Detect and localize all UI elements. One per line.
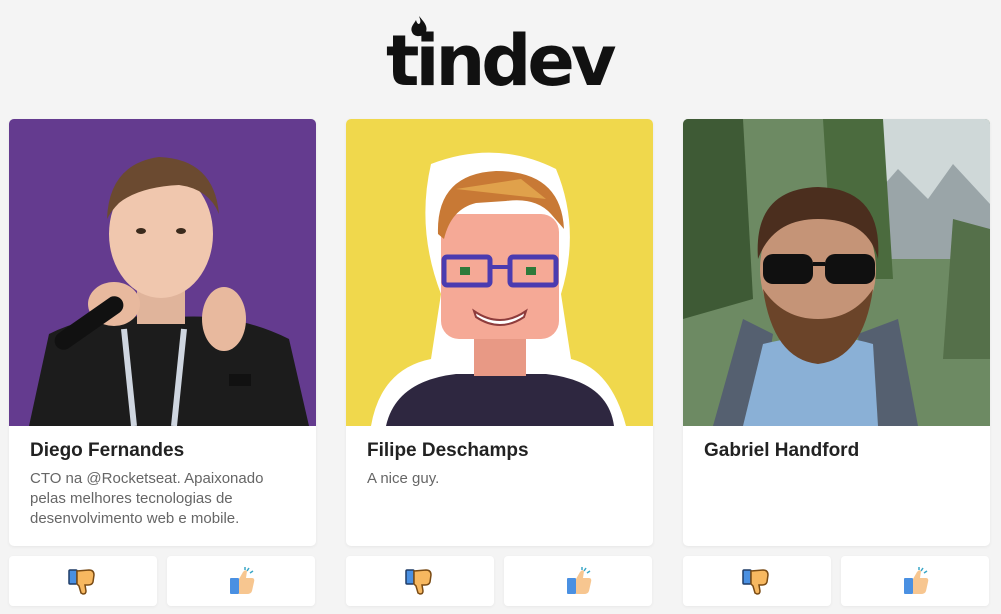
- dev-name: Filipe Deschamps: [367, 440, 529, 461]
- thumbs-down-icon: [405, 569, 432, 595]
- dislike-button[interactable]: [9, 556, 157, 606]
- thumbs-up-icon: [567, 567, 592, 594]
- dev-avatar: [9, 119, 316, 426]
- thumbs-down-icon: [68, 569, 95, 595]
- action-buttons: [683, 556, 990, 606]
- dislike-button[interactable]: [346, 556, 494, 606]
- dev-info: Filipe Deschamps A nice guy.: [346, 426, 653, 489]
- dev-name: Gabriel Handford: [704, 440, 860, 461]
- thumbs-up-icon: [904, 567, 929, 594]
- dev-info: Gabriel Handford: [683, 426, 990, 463]
- dev-card: Gabriel Handford: [683, 119, 990, 546]
- dev-column: Gabriel Handford: [683, 119, 990, 606]
- thumbs-up-icon: [230, 567, 255, 594]
- action-buttons: [346, 556, 653, 606]
- dev-column: Diego Fernandes CTO na @Rocketseat. Apai…: [9, 119, 316, 606]
- logo-text: tindev: [386, 20, 617, 102]
- dev-bio: A nice guy.: [367, 469, 440, 487]
- dev-avatar: [346, 119, 653, 426]
- dev-column: Filipe Deschamps A nice guy.: [346, 119, 653, 606]
- dev-card: Filipe Deschamps A nice guy.: [346, 119, 653, 546]
- action-buttons: [9, 556, 316, 606]
- tindev-logo: tindev: [386, 16, 617, 102]
- thumbs-down-icon: [742, 569, 769, 595]
- dev-avatar: [683, 119, 990, 426]
- dev-info: Diego Fernandes CTO na @Rocketseat. Apai…: [9, 426, 316, 529]
- dev-bio: CTO na @Rocketseat. Apaixonado pelas mel…: [30, 469, 264, 527]
- like-button[interactable]: [504, 556, 652, 606]
- dev-list: Diego Fernandes CTO na @Rocketseat. Apai…: [9, 119, 990, 606]
- dev-card: Diego Fernandes CTO na @Rocketseat. Apai…: [9, 119, 316, 546]
- app-root: tindev Diego Fernandes CTO na @Rocketsea…: [0, 0, 1001, 614]
- dislike-button[interactable]: [683, 556, 831, 606]
- like-button[interactable]: [841, 556, 989, 606]
- dev-name: Diego Fernandes: [30, 440, 185, 461]
- like-button[interactable]: [167, 556, 315, 606]
